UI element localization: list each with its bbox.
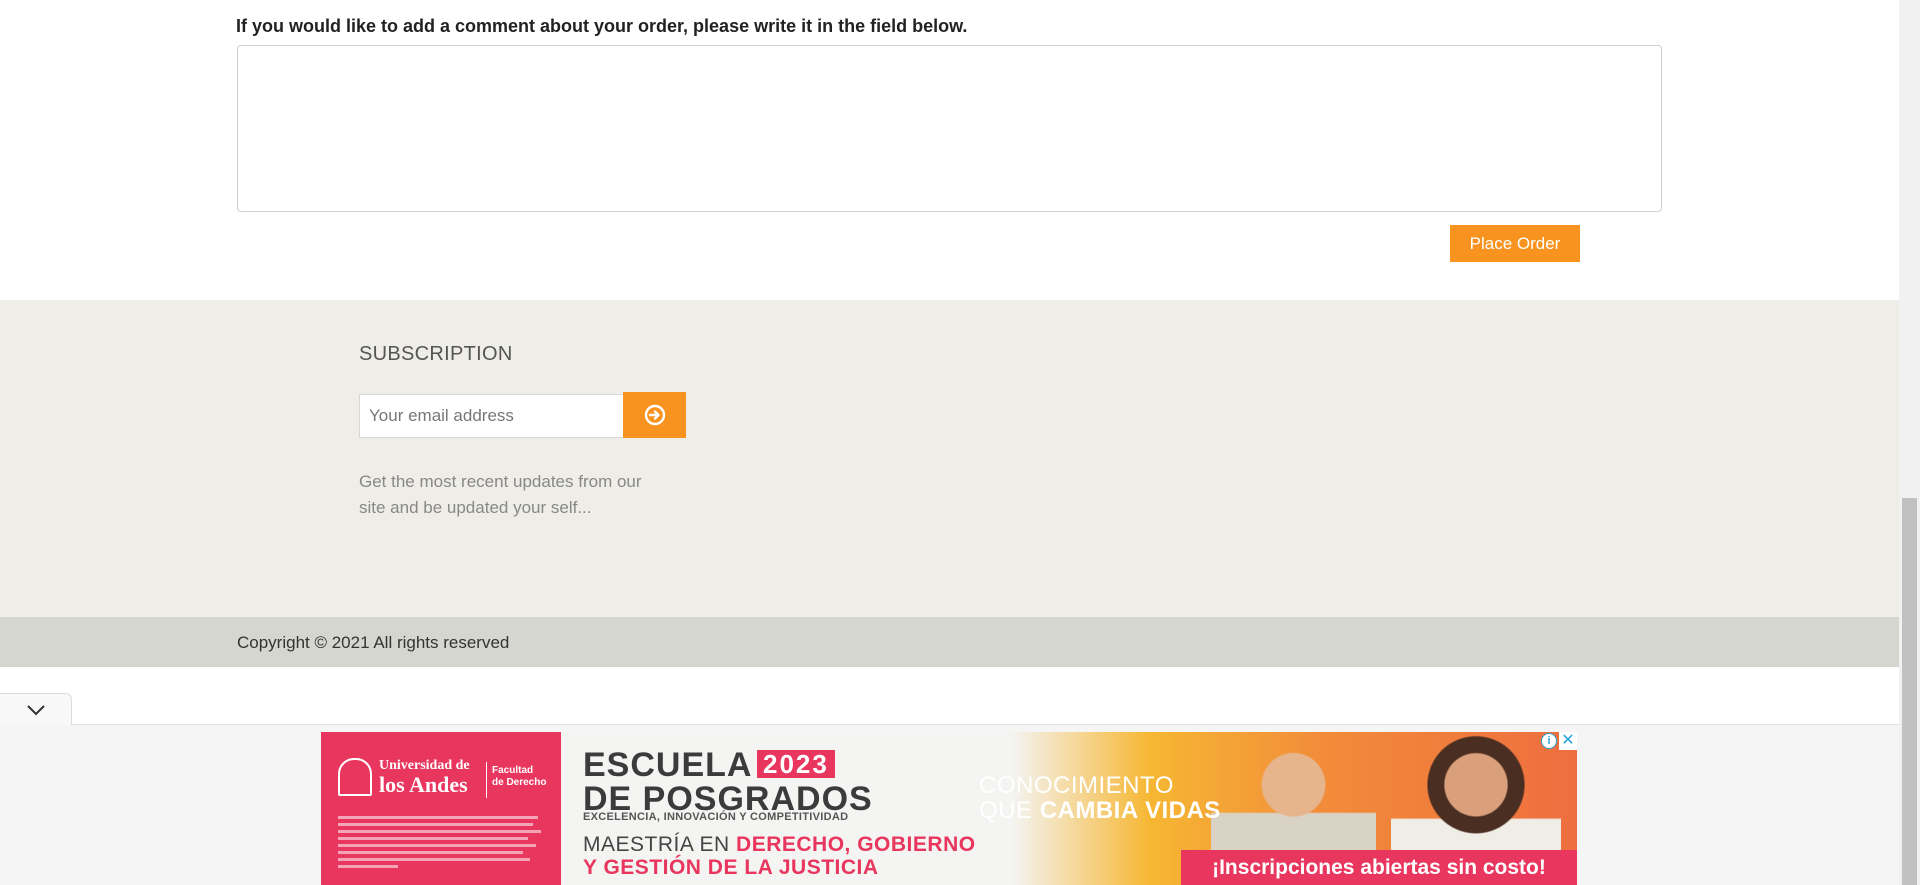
ad-program-line-1: MAESTRÍA EN DERECHO, GOBIERNO: [583, 833, 976, 857]
ad-logo-line2: los Andes: [379, 772, 468, 797]
ad-tagline: EXCELENCIA, INNOVACIÓN Y COMPETITIVIDAD: [583, 811, 849, 823]
ad-slogan-2b: CAMBIA VIDAS: [1039, 797, 1221, 824]
ad-cta-button[interactable]: ¡Inscripciones abiertas sin costo!: [1181, 850, 1577, 885]
copyright-text: Copyright © 2021 All rights reserved: [237, 633, 510, 652]
ad-logo-separator: [486, 762, 487, 798]
place-order-button[interactable]: Place Order: [1450, 225, 1580, 262]
page: If you would like to add a comment about…: [0, 0, 1899, 885]
ad-logo-text: Universidad de los Andes: [379, 758, 470, 797]
ad-headline-year: 2023: [757, 750, 835, 778]
comment-textarea[interactable]: [237, 45, 1662, 212]
ad-logo-faculty-2: de Derecho: [492, 777, 547, 788]
ad-logo-faculty: Facultad de Derecho: [492, 765, 546, 789]
ad-program-1: DERECHO, GOBIERNO: [736, 833, 976, 856]
university-logo-icon: [338, 758, 372, 796]
scrollbar-thumb[interactable]: [1902, 498, 1917, 885]
ad-slogan: CONOCIMIENTO QUE CAMBIA VIDAS: [979, 773, 1221, 823]
comment-label: If you would like to add a comment about…: [236, 16, 968, 36]
close-icon[interactable]: ✕: [1559, 732, 1577, 750]
ad-slogan-2: QUE CAMBIA VIDAS: [979, 798, 1221, 823]
circle-arrow-right-icon: [644, 404, 665, 426]
ad-logo-panel: Universidad de los Andes Facultad de Der…: [321, 732, 561, 885]
email-input[interactable]: [359, 394, 624, 438]
ad-slogan-2a: QUE: [979, 797, 1033, 824]
ad-drawer-divider: [72, 724, 1899, 725]
ad-collapse-button[interactable]: [0, 693, 72, 725]
ad-fine-print: [338, 816, 543, 875]
subscription-description: Get the most recent updates from our sit…: [359, 472, 642, 517]
ad-slogan-1: CONOCIMIENTO: [979, 772, 1174, 799]
ad-program-prefix: MAESTRÍA EN: [583, 833, 730, 856]
subscription-footer: [0, 300, 1899, 617]
info-icon[interactable]: i: [1541, 733, 1557, 749]
ad-banner[interactable]: Universidad de los Andes Facultad de Der…: [321, 732, 1577, 885]
ad-program-2: Y GESTIÓN DE LA JUSTICIA: [583, 856, 879, 879]
subscription-title: SUBSCRIPTION: [359, 343, 513, 365]
ad-logo-faculty-1: Facultad: [492, 765, 534, 776]
vertical-scrollbar[interactable]: [1899, 0, 1920, 885]
subscribe-button[interactable]: [623, 392, 686, 438]
chevron-down-icon: [26, 704, 45, 715]
ad-logo-line1: Universidad de: [379, 758, 470, 773]
